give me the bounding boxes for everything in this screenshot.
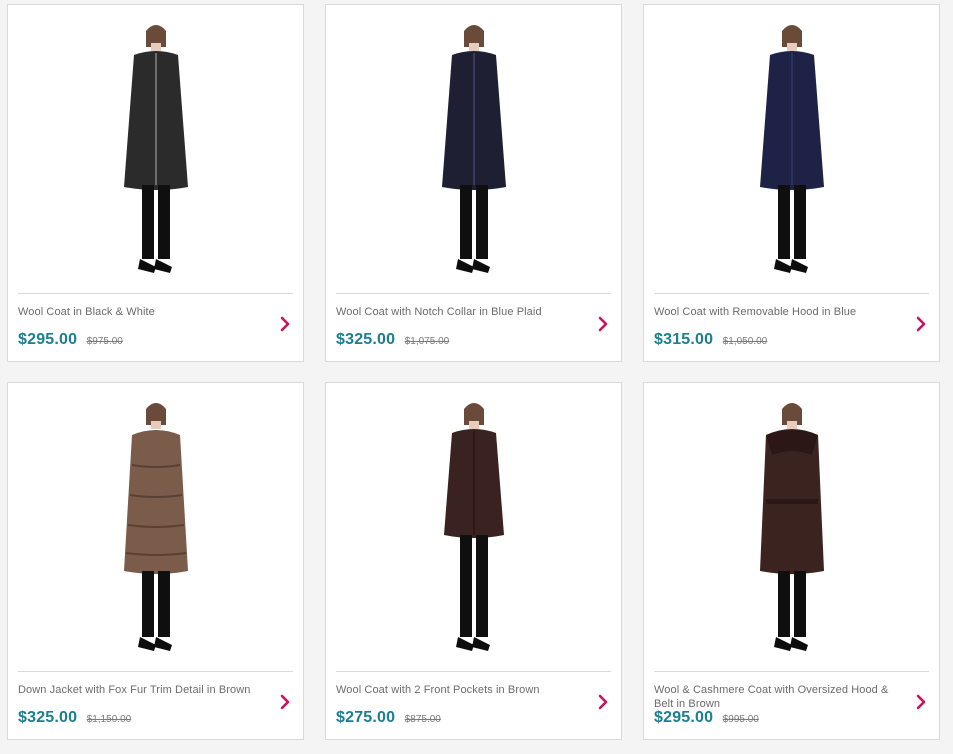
product-title[interactable]: Wool Coat with 2 Front Pockets in Brown: [336, 683, 581, 697]
product-title[interactable]: Wool Coat in Black & White: [18, 305, 263, 319]
model-illustration: [123, 25, 188, 273]
chevron-right-icon[interactable]: [277, 316, 293, 332]
product-image[interactable]: [644, 383, 939, 671]
model-illustration: [441, 25, 506, 273]
card-divider: [336, 671, 611, 672]
original-price: $1,050.00: [722, 336, 768, 347]
chevron-right-icon[interactable]: [595, 316, 611, 332]
original-price: $995.00: [722, 714, 759, 725]
product-card[interactable]: Wool Coat in Black & White $295.00 $975.…: [7, 4, 304, 362]
model-illustration: [443, 403, 504, 651]
price-row: $295.00 $995.00: [654, 709, 759, 727]
price-row: $275.00 $875.00: [336, 709, 441, 727]
product-card[interactable]: Wool & Cashmere Coat with Oversized Hood…: [643, 382, 940, 740]
original-price: $875.00: [404, 714, 441, 725]
product-title[interactable]: Wool & Cashmere Coat with Oversized Hood…: [654, 683, 899, 711]
sale-price: $275.00: [336, 709, 396, 726]
product-title[interactable]: Down Jacket with Fox Fur Trim Detail in …: [18, 683, 263, 697]
sale-price: $325.00: [18, 709, 78, 726]
card-divider: [336, 293, 611, 294]
sale-price: $315.00: [654, 331, 714, 348]
chevron-right-icon[interactable]: [913, 694, 929, 710]
chevron-right-icon[interactable]: [277, 694, 293, 710]
original-price: $1,075.00: [404, 336, 450, 347]
product-title[interactable]: Wool Coat with Removable Hood in Blue: [654, 305, 899, 319]
product-card[interactable]: Wool Coat with Removable Hood in Blue $3…: [643, 4, 940, 362]
product-image[interactable]: [326, 5, 621, 293]
sale-price: $295.00: [18, 331, 78, 348]
card-divider: [18, 293, 293, 294]
price-row: $295.00 $975.00: [18, 331, 123, 349]
card-divider: [654, 671, 929, 672]
product-image[interactable]: [326, 383, 621, 671]
product-card[interactable]: Wool Coat with Notch Collar in Blue Plai…: [325, 4, 622, 362]
product-card[interactable]: Down Jacket with Fox Fur Trim Detail in …: [7, 382, 304, 740]
product-image[interactable]: [8, 383, 303, 671]
model-illustration: [123, 403, 188, 651]
product-grid: Wool Coat in Black & White $295.00 $975.…: [0, 0, 953, 754]
product-title[interactable]: Wool Coat with Notch Collar in Blue Plai…: [336, 305, 581, 319]
card-divider: [654, 293, 929, 294]
chevron-right-icon[interactable]: [913, 316, 929, 332]
chevron-right-icon[interactable]: [595, 694, 611, 710]
price-row: $325.00 $1,150.00: [18, 709, 131, 727]
price-row: $315.00 $1,050.00: [654, 331, 767, 349]
original-price: $975.00: [86, 336, 123, 347]
price-row: $325.00 $1,075.00: [336, 331, 449, 349]
product-card[interactable]: Wool Coat with 2 Front Pockets in Brown …: [325, 382, 622, 740]
card-divider: [18, 671, 293, 672]
model-illustration: [759, 25, 824, 273]
product-image[interactable]: [8, 5, 303, 293]
original-price: $1,150.00: [86, 714, 132, 725]
product-image[interactable]: [644, 5, 939, 293]
sale-price: $325.00: [336, 331, 396, 348]
model-illustration: [759, 403, 824, 651]
sale-price: $295.00: [654, 709, 714, 726]
